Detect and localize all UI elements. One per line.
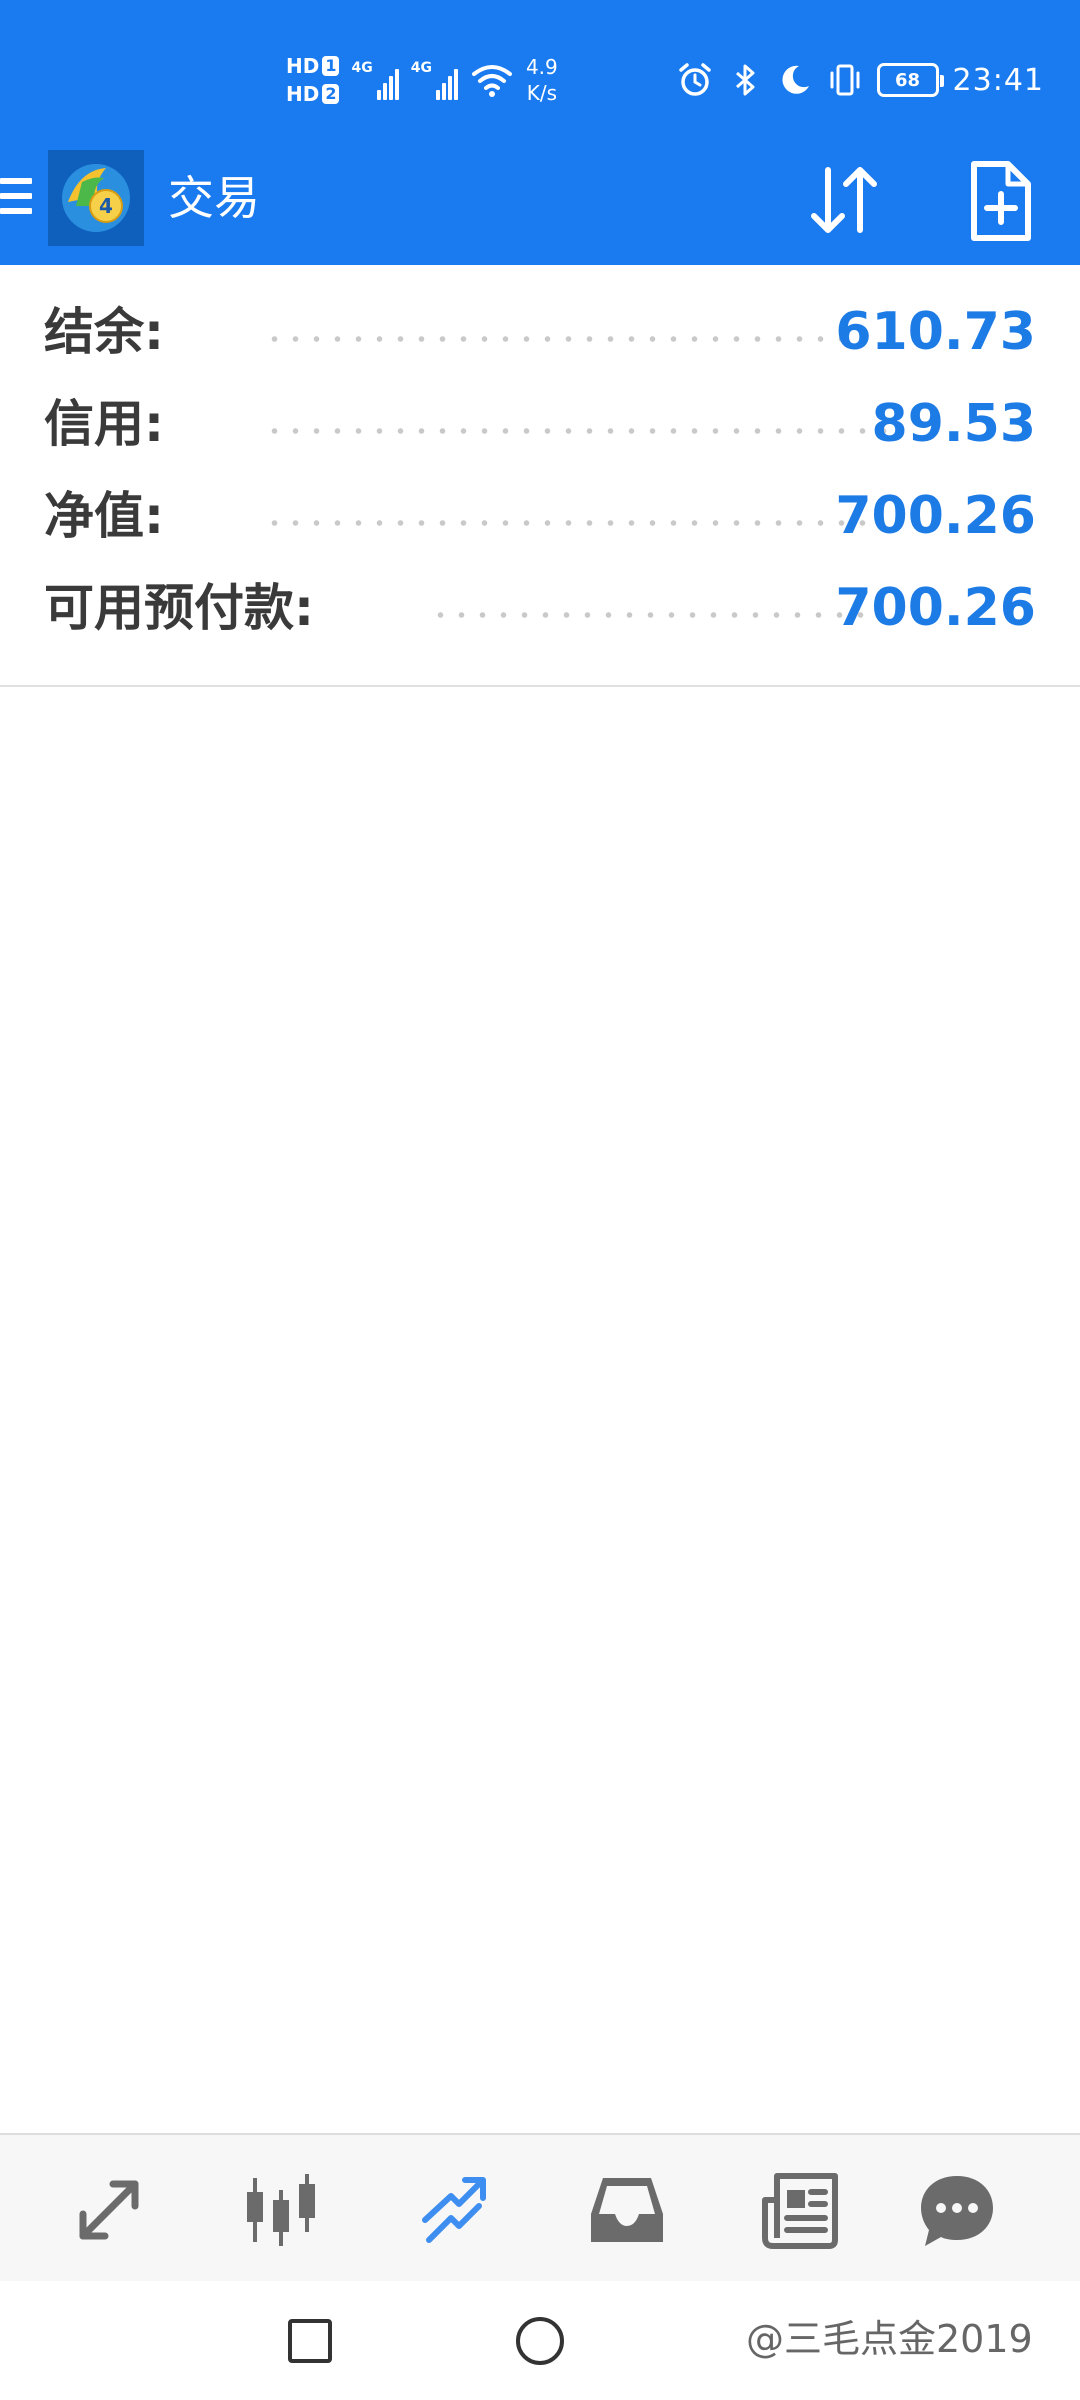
trade-icon [422, 2177, 486, 2243]
equity-label: 净值: [44, 487, 164, 545]
bottom-nav [0, 2133, 1080, 2281]
hd-indicators: HD 1 HD 2 [286, 54, 340, 106]
balance-label: 结余: [44, 303, 164, 361]
page-title: 交易 [168, 171, 260, 225]
recents-icon[interactable] [280, 2311, 340, 2371]
history-icon [591, 2178, 663, 2242]
equity-value: 700.26 [835, 486, 1036, 546]
metatrader-logo-icon: 4 [62, 164, 130, 232]
nav-chat[interactable] [912, 2165, 1002, 2255]
hd-sim2: HD 2 [286, 82, 340, 106]
credit-value: 89.53 [871, 394, 1036, 454]
nav-news[interactable] [756, 2165, 846, 2255]
signal-sim2-icon: 4G [411, 60, 458, 100]
svg-text:4: 4 [99, 194, 113, 218]
home-icon[interactable] [510, 2311, 570, 2371]
status-bar: HD 1 HD 2 4G 4G 4.9 K/s 68 23:41 [0, 0, 1080, 150]
nav-charts[interactable] [236, 2165, 326, 2255]
status-left: HD 1 HD 2 4G 4G 4.9 K/s [286, 48, 558, 112]
equity-row: 净值: 700.26 [44, 481, 1036, 551]
bluetooth-icon [735, 64, 755, 96]
dot-leader [264, 335, 874, 343]
account-summary: 结余: 610.73 信用: 89.53 净值: 700.26 可用预付款: 7… [0, 265, 1080, 687]
network-speed: 4.9 K/s [525, 55, 558, 105]
chart-icon [247, 2174, 315, 2246]
status-time: 23:41 [952, 62, 1044, 98]
chat-icon [921, 2176, 993, 2246]
watermark: @三毛点金2019 [746, 2317, 1033, 2361]
balance-row: 结余: 610.73 [44, 297, 1036, 367]
new-order-icon[interactable] [960, 156, 1040, 246]
dot-leader [264, 519, 874, 527]
news-icon [762, 2173, 838, 2249]
hd-sim1: HD 1 [286, 54, 340, 78]
free-margin-row: 可用预付款: 700.26 [44, 573, 1036, 643]
battery-indicator: 68 [876, 63, 944, 97]
nav-trade[interactable] [410, 2165, 500, 2255]
vibrate-icon [830, 64, 860, 96]
dot-leader [430, 611, 874, 619]
dot-leader [264, 427, 894, 435]
alarm-icon [678, 63, 711, 96]
app-bar: 4 交易 [0, 150, 1080, 265]
app-logo: 4 [48, 150, 144, 246]
status-right: 68 23:41 [677, 52, 1044, 108]
balance-value: 610.73 [835, 302, 1036, 362]
menu-icon[interactable] [0, 178, 32, 226]
credit-row: 信用: 89.53 [44, 389, 1036, 459]
credit-label: 信用: [44, 395, 164, 453]
system-nav-bar: @三毛点金2019 [0, 2281, 1080, 2400]
nav-history[interactable] [582, 2165, 672, 2255]
moon-icon [781, 65, 809, 94]
quotes-icon [79, 2180, 139, 2240]
free-margin-value: 700.26 [835, 578, 1036, 638]
wifi-icon [471, 65, 512, 97]
nav-quotes[interactable] [64, 2165, 154, 2255]
free-margin-label: 可用预付款: [44, 579, 314, 637]
sort-icon[interactable] [800, 156, 888, 244]
signal-sim1-icon: 4G [351, 60, 399, 100]
